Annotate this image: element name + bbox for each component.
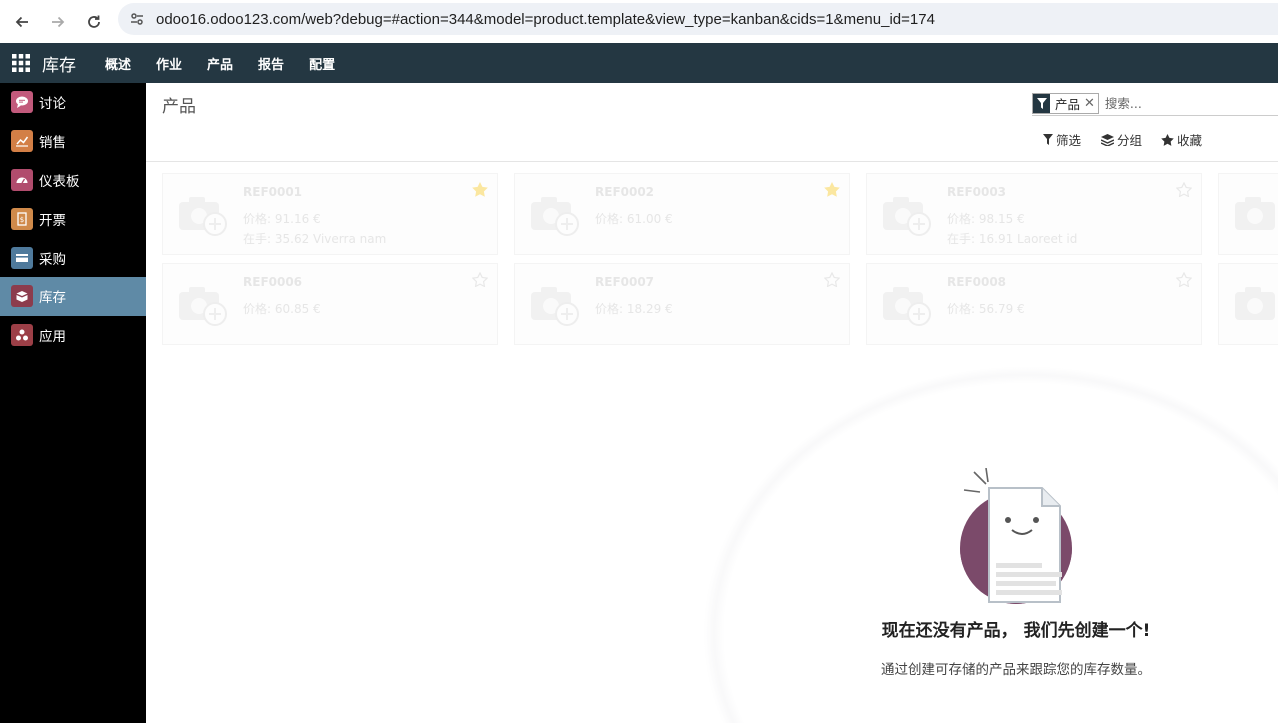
favorite-star-icon[interactable] <box>824 182 840 197</box>
sidebar-item-label: 讨论 <box>39 96 66 113</box>
product-ref: REF0008 <box>947 275 1007 289</box>
product-price: 价格: 61.00 € <box>595 212 673 226</box>
product-placeholder-icon <box>531 197 579 236</box>
menu-reporting[interactable]: 报告 <box>245 54 296 73</box>
sidebar-item-apps[interactable]: 应用 <box>0 316 146 355</box>
favorite-star-icon[interactable] <box>824 272 840 287</box>
menu-products[interactable]: 产品 <box>194 54 245 73</box>
product-placeholder-icon <box>179 287 227 326</box>
apps-icon <box>11 324 33 347</box>
product-ref: REF0002 <box>595 185 655 199</box>
invoicing-icon: $ <box>11 207 33 230</box>
control-panel: 产品 产品 ✕ 筛选 分组 收藏 <box>146 83 1278 162</box>
product-price: 价格: 56.79 € <box>947 302 1025 316</box>
sidebar-item-invoicing[interactable]: $ 开票 <box>0 199 146 238</box>
favorite-star-icon[interactable] <box>1176 182 1192 197</box>
kanban-view: REF0001 价格: 91.16 € 在手: 35.62 Viverra na… <box>146 163 1278 723</box>
empty-state-title: 现在还没有产品， 我们先创建一个! <box>881 621 1151 641</box>
site-settings-icon[interactable] <box>118 11 156 27</box>
sidebar-item-purchase[interactable]: 采购 <box>0 238 146 277</box>
product-placeholder-icon <box>883 197 931 236</box>
app-menu-grid-icon[interactable] <box>0 43 42 83</box>
sidebar-item-dashboard[interactable]: 仪表板 <box>0 161 146 200</box>
filter-button[interactable]: 筛选 <box>1043 130 1081 149</box>
sidebar-item-label: 销售 <box>39 135 66 152</box>
sidebar-item-label: 开票 <box>39 212 66 229</box>
sidebar-item-label: 库存 <box>39 290 66 307</box>
main-content: 产品 产品 ✕ 筛选 分组 收藏 REF000 <box>146 83 1278 723</box>
sidebar-item-sales[interactable]: 销售 <box>0 122 146 161</box>
product-on-hand: 在手: 16.91 Laoreet id <box>947 232 1078 246</box>
filter-funnel-icon <box>1043 134 1053 145</box>
sidebar-item-label: 采购 <box>39 251 66 268</box>
group-by-button-label: 分组 <box>1117 133 1143 148</box>
group-by-button[interactable]: 分组 <box>1101 130 1142 149</box>
star-icon <box>1161 133 1174 146</box>
kanban-card[interactable]: REF0003 价格: 98.15 € 在手: 16.91 Laoreet id <box>866 173 1202 255</box>
facet-label: 产品 <box>1055 96 1081 112</box>
menu-overview[interactable]: 概述 <box>92 54 143 73</box>
kanban-card[interactable]: REF0008 价格: 56.79 € <box>866 263 1202 345</box>
layers-icon <box>1101 133 1114 146</box>
back-icon[interactable] <box>4 4 40 40</box>
smiling-document-icon <box>960 467 1072 604</box>
product-ref: REF0003 <box>947 185 1007 199</box>
product-price: 价格: 18.29 € <box>595 302 673 316</box>
sales-icon <box>11 130 33 153</box>
favorite-star-icon[interactable] <box>472 182 488 197</box>
search-facet: 产品 ✕ <box>1032 92 1099 114</box>
menu-operations[interactable]: 作业 <box>143 54 194 73</box>
kanban-card[interactable] <box>1218 263 1278 345</box>
top-navbar: 库存 概述 作业 产品 报告 配置 <box>0 43 1278 83</box>
search-bar[interactable]: 产品 ✕ <box>1032 91 1278 116</box>
sidebar-item-label: 仪表板 <box>39 173 80 190</box>
favorites-button[interactable]: 收藏 <box>1161 130 1202 149</box>
discuss-icon <box>11 91 33 114</box>
svg-text:$: $ <box>20 216 24 224</box>
product-price: 价格: 98.15 € <box>947 212 1025 226</box>
kanban-card[interactable]: REF0001 价格: 91.16 € 在手: 35.62 Viverra na… <box>162 173 498 255</box>
product-ref: REF0006 <box>243 275 303 289</box>
product-on-hand: 在手: 35.62 Viverra nam <box>243 232 387 246</box>
empty-state-subtitle: 通过创建可存储的产品来跟踪您的库存数量。 <box>881 662 1151 678</box>
kanban-card[interactable]: REF0002 价格: 61.00 € <box>514 173 850 255</box>
browser-toolbar: odoo16.odoo123.com/web?debug=#action=344… <box>0 0 1278 43</box>
favorite-star-icon[interactable] <box>1176 272 1192 287</box>
facet-remove-icon[interactable]: ✕ <box>1084 96 1098 111</box>
address-bar[interactable]: odoo16.odoo123.com/web?debug=#action=344… <box>118 3 1278 35</box>
product-placeholder-icon <box>179 197 227 236</box>
purchase-icon <box>11 246 33 269</box>
product-placeholder-icon <box>883 287 931 326</box>
product-placeholder-icon <box>1235 287 1275 320</box>
product-price: 价格: 91.16 € <box>243 212 321 226</box>
inventory-icon <box>11 285 33 308</box>
app-sidebar: 讨论 销售 仪表板 $ 开票 采购 库存 应用 <box>0 83 146 723</box>
product-ref: REF0001 <box>243 185 303 199</box>
kanban-card[interactable] <box>1218 173 1278 255</box>
search-input[interactable] <box>1104 95 1225 111</box>
product-placeholder-icon <box>531 287 579 326</box>
reload-icon[interactable] <box>76 4 112 40</box>
sidebar-item-label: 应用 <box>39 329 66 346</box>
filter-icon <box>1033 93 1050 113</box>
dashboard-icon <box>11 168 33 191</box>
app-brand[interactable]: 库存 <box>42 51 76 76</box>
sidebar-item-discuss[interactable]: 讨论 <box>0 83 146 122</box>
kanban-card[interactable]: REF0007 价格: 18.29 € <box>514 263 850 345</box>
empty-state: 现在还没有产品， 我们先创建一个! 通过创建可存储的产品来跟踪您的库存数量。 <box>806 467 1226 678</box>
forward-icon[interactable] <box>40 4 76 40</box>
menu-configuration[interactable]: 配置 <box>296 54 347 73</box>
product-price: 价格: 60.85 € <box>243 302 321 316</box>
favorites-button-label: 收藏 <box>1177 133 1203 148</box>
product-placeholder-icon <box>1235 197 1275 230</box>
sidebar-item-inventory[interactable]: 库存 <box>0 276 146 316</box>
kanban-card[interactable]: REF0006 价格: 60.85 € <box>162 263 498 345</box>
favorite-star-icon[interactable] <box>472 272 488 287</box>
product-ref: REF0007 <box>595 275 655 289</box>
page-title: 产品 <box>162 97 196 117</box>
filter-button-label: 筛选 <box>1056 133 1082 148</box>
url-text: odoo16.odoo123.com/web?debug=#action=344… <box>156 10 935 28</box>
